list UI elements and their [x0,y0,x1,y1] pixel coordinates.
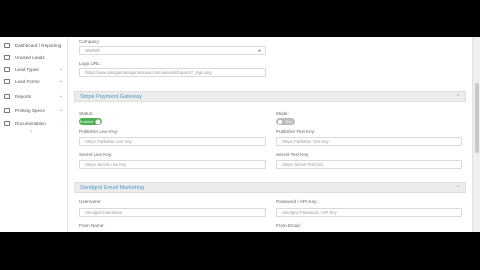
sidebar-item-label: Dashboard / Reporting [15,42,62,48]
from-email-label: From Email: [276,223,301,228]
toggle-knob [95,118,101,125]
publisher-live-key-field[interactable]: Stripe Publisher Live Key [79,137,266,146]
sendgrid-section-header[interactable]: Sendgrid Email Marketing ⌃ [74,182,466,193]
user-icon: ● [257,48,261,54]
list-icon [4,54,10,60]
company-field[interactable]: WWWB ● [79,46,266,55]
field-placeholder: Stripe Publisher Live Key [85,139,132,144]
field-placeholder: Stripe Secret Test Key [282,162,324,167]
book-icon [4,120,10,126]
scrollbar-thumb[interactable] [475,83,479,153]
settings-form: Company: WWWB ● Logo URL: https://www.pl… [68,37,472,232]
collapse-sidebar-icon[interactable]: ‹ [30,129,32,135]
sidebar-item-lead-forms[interactable]: Lead Forms ⌄ [0,75,68,87]
field-placeholder: Stripe Publisher Test Key [282,139,329,144]
toggle-knob [277,118,283,125]
chevron-down-icon: ⌄ [58,93,63,99]
sidebar-item-label: Printing Specs [15,107,45,113]
tag-icon [4,66,10,72]
publisher-test-key-field[interactable]: Stripe Publisher Test Key [276,137,462,146]
section-title: Sendgrid Email Marketing [80,184,145,191]
printer-icon [4,107,10,113]
sidebar-item-label: Lead Types [15,66,39,72]
sidebar-item-label: Reports [15,93,32,99]
sidebar-item-printing-specs[interactable]: Printing Specs ⌄ [0,104,68,116]
sidebar-item-dashboard[interactable]: Dashboard / Reporting [0,39,68,51]
chevron-up-icon: ⌃ [455,93,460,100]
chevron-down-icon: ⌄ [58,66,63,72]
password-label: Password / API Key: [276,199,318,204]
publisher-test-key-label: Publisher Test Key: [276,129,316,134]
mode-label: Mode: [276,111,289,116]
stripe-section-header[interactable]: Stripe Payment Gateway ⌃ [74,91,466,102]
username-field[interactable]: Sendgrid Username [79,208,266,217]
sidebar-item-reports[interactable]: Reports ⌄ [0,90,68,102]
logo-url-label: Logo URL: [79,61,101,66]
sidebar-item-label: Lead Forms [15,78,40,84]
sidebar-item-label: Unused Leads [15,54,45,60]
sidebar: Dashboard / Reporting Unused Leads Lead … [0,37,68,232]
app-screen: Dashboard / Reporting Unused Leads Lead … [0,37,480,232]
logo-url-field[interactable]: https://www.pledgemanagementusa.com/uplo… [79,68,266,77]
status-label: Status: [79,111,94,116]
report-icon [4,93,10,99]
sidebar-item-unused-leads[interactable]: Unused Leads [0,51,68,63]
chart-icon [4,42,10,48]
sidebar-item-lead-types[interactable]: Lead Types ⌄ [0,63,68,75]
company-label: Company: [79,39,100,44]
scrollbar[interactable] [472,37,480,232]
field-placeholder: Sendgrid Password / API Key [282,210,337,215]
secret-live-key-label: Secret Live Key: [79,152,113,157]
publisher-live-key-label: Publisher Live Key: [79,129,119,134]
toggle-text: Test [285,119,292,124]
field-placeholder: Stripe Secret Live Key [85,162,127,167]
toggle-text: Enabled [79,119,93,124]
form-icon [4,78,10,84]
secret-test-key-label: Secret Test Key: [276,152,310,157]
secret-live-key-field[interactable]: Stripe Secret Live Key [79,160,266,169]
secret-test-key-field[interactable]: Stripe Secret Test Key [276,160,462,169]
from-name-label: From Name: [79,223,105,228]
mode-toggle[interactable]: Test [276,118,295,125]
sidebar-item-documentation[interactable]: Documentation [0,117,68,129]
section-title: Stripe Payment Gateway [80,93,142,100]
status-toggle[interactable]: Enabled [79,118,102,125]
chevron-down-icon: ⌄ [58,78,63,84]
logo-url-value: https://www.pledgemanagementusa.com/uplo… [85,70,212,75]
chevron-down-icon: ⌄ [58,107,63,113]
field-placeholder: Sendgrid Username [85,210,123,215]
username-label: Username: [79,199,102,204]
password-field[interactable]: Sendgrid Password / API Key [276,208,462,217]
chevron-up-icon: ⌃ [455,184,460,191]
company-value: WWWB [85,48,100,53]
sidebar-item-label: Documentation [15,120,46,126]
